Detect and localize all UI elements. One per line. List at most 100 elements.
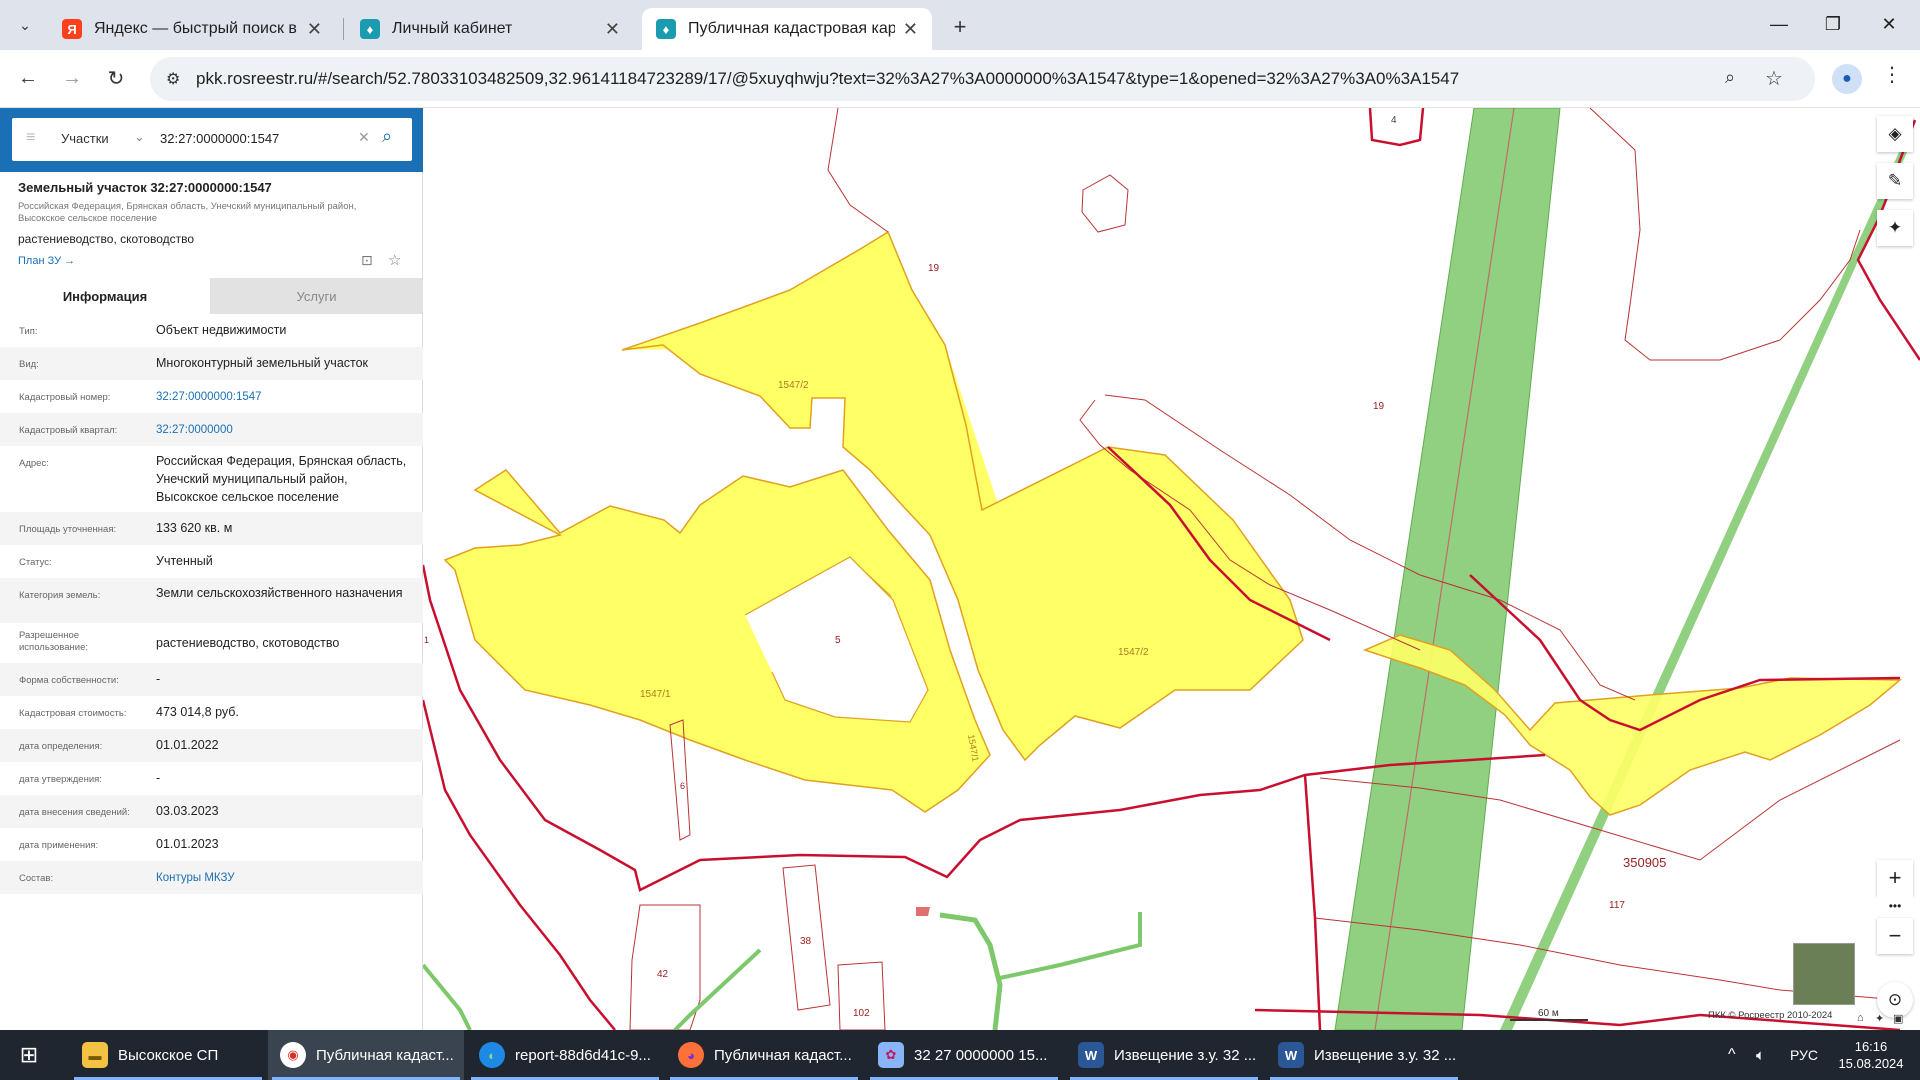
parcel-small-outline xyxy=(1081,174,1129,233)
map-label-117: 117 xyxy=(1609,900,1625,911)
info-value: 133 620 кв. м xyxy=(156,521,233,535)
parcel-address: Российская Федерация, Брянская область, … xyxy=(18,201,357,224)
volume-icon[interactable]: 🔈︎ xyxy=(1756,1030,1765,1080)
copyright-text: ПКК © Росреестр 2010-2024 xyxy=(1708,1010,1832,1021)
taskbar-label: report-88d6d41c-9... xyxy=(515,1046,651,1064)
minimize-button[interactable]: — xyxy=(1756,8,1802,40)
taskbar-item-chrome[interactable]: ◉ Публичная кадаст... xyxy=(268,1030,464,1080)
address-bar[interactable]: ⚙ pkk.rosreestr.ru/#/search/52.780331034… xyxy=(150,57,1815,101)
info-row-entry-date: дата внесения сведений: 03.03.2023 xyxy=(0,795,423,828)
taskbar: ⊞ ▬ Высокское СП ◉ Публичная кадаст... ◐… xyxy=(0,1030,1920,1080)
close-icon[interactable]: ✕ xyxy=(605,19,620,40)
tab-cadastral-map[interactable]: ♦ Публичная кадастровая карта ✕ xyxy=(642,8,932,50)
contours-link[interactable]: Контуры МКЗУ xyxy=(156,869,411,887)
parcel-title: Земельный участок 32:27:0000000:1547 xyxy=(18,180,272,195)
quarter-boundary xyxy=(1303,774,1322,1030)
info-value: Земли сельскохозяйственного назначения xyxy=(156,586,403,600)
taskbar-item-paint[interactable]: ✿ 32 27 0000000 15... xyxy=(866,1030,1062,1080)
parcel-plan-link[interactable]: План ЗУ → xyxy=(18,255,75,267)
reload-button[interactable]: ↻ xyxy=(98,60,134,96)
tab-information[interactable]: Информация xyxy=(0,278,210,314)
quarter-boundary xyxy=(423,699,616,1030)
menu-icon[interactable]: ≡ xyxy=(26,129,35,147)
info-row-kind: Вид: Многоконтурный земельный участок xyxy=(0,347,423,380)
layers-icon: ◈ xyxy=(1888,124,1902,143)
taskbar-item-word-1[interactable]: W Извещение з.у. 32 ... xyxy=(1066,1030,1262,1080)
close-icon[interactable]: ✕ xyxy=(307,19,322,40)
info-label: Категория земель: xyxy=(19,590,101,601)
zoom-in-button[interactable]: + xyxy=(1877,860,1913,896)
boundary-line xyxy=(1589,108,1861,361)
cadastral-map[interactable]: 4 19 19 1547/2 1547/2 1547/1 1547/1 5 6 … xyxy=(423,108,1920,1030)
yandex-icon: Я xyxy=(62,19,82,39)
tab-search-button[interactable]: ⌄ xyxy=(10,10,40,40)
info-label: дата утверждения: xyxy=(19,774,102,785)
path-line xyxy=(423,963,472,1030)
zoom-icon[interactable]: ⌕ xyxy=(1725,67,1735,88)
search-icon[interactable]: ⌕ xyxy=(382,126,392,147)
taskbar-item-edge[interactable]: ◐ report-88d6d41c-9... xyxy=(467,1030,663,1080)
info-value: - xyxy=(156,672,161,686)
info-value: 03.03.2023 xyxy=(156,804,219,818)
language-indicator[interactable]: РУС xyxy=(1790,1030,1818,1080)
taskbar-label: Публичная кадаст... xyxy=(316,1046,454,1064)
taskbar-label: Публичная кадаст... xyxy=(714,1046,852,1064)
tab-separator xyxy=(343,18,344,40)
restore-button[interactable]: ❐ xyxy=(1810,8,1856,40)
quarter-number-label: 350905 xyxy=(1623,855,1666,870)
new-tab-button[interactable]: + xyxy=(942,12,978,42)
category-select[interactable]: Участки xyxy=(61,131,109,146)
rosreestr-icon: ♦ xyxy=(360,19,380,39)
window-close-button[interactable]: ✕ xyxy=(1866,8,1912,40)
info-value: - xyxy=(156,771,161,785)
favorite-star-icon[interactable]: ☆ xyxy=(388,251,401,269)
cadastral-number-link[interactable]: 32:27:0000000:1547 xyxy=(156,388,411,406)
back-button[interactable]: ← xyxy=(10,60,46,96)
path-line xyxy=(999,912,1142,980)
tab-label: Личный кабинет xyxy=(392,20,513,37)
map-canvas[interactable]: 4 19 19 1547/2 1547/2 1547/1 1547/1 5 6 … xyxy=(423,108,1920,1030)
clock[interactable]: 16:16 15.08.2024 xyxy=(1836,1030,1906,1080)
info-label: Разрешенное использование: xyxy=(19,630,89,653)
bookmark-star-icon[interactable]: ☆ xyxy=(1765,66,1783,91)
taskbar-item-folder[interactable]: ▬ Высокское СП xyxy=(70,1030,266,1080)
browser-menu-button[interactable]: ⋮ xyxy=(1880,62,1904,96)
zoom-out-button[interactable]: − xyxy=(1877,918,1913,954)
marker-icon[interactable]: ✦ xyxy=(1875,1012,1884,1025)
info-row-cadastral-quarter: Кадастровый квартал: 32:27:0000000 xyxy=(0,413,423,446)
zoom-to-object-icon[interactable]: ⊡ xyxy=(361,252,373,269)
paint-icon: ✿ xyxy=(878,1042,904,1068)
zoom-more-button[interactable]: ••• xyxy=(1877,896,1913,916)
measure-button[interactable]: ✎ xyxy=(1877,163,1913,199)
chevron-down-icon[interactable]: ⌄ xyxy=(134,129,145,145)
search-input[interactable]: 32:27:0000000:1547 xyxy=(160,131,279,146)
map-label-1: 1 xyxy=(424,635,429,645)
info-row-type: Тип: Объект недвижимости xyxy=(0,314,423,347)
print-icon[interactable]: ▣ xyxy=(1893,1012,1903,1025)
profile-avatar[interactable]: ● xyxy=(1832,64,1862,94)
locate-button[interactable]: ✦ xyxy=(1877,210,1913,246)
close-icon[interactable]: ✕ xyxy=(903,19,918,40)
taskbar-item-word-2[interactable]: W Извещение з.у. 32 ... xyxy=(1266,1030,1462,1080)
plot-outline xyxy=(629,904,701,1030)
tray-overflow-icon[interactable]: ^ xyxy=(1728,1030,1736,1080)
tab-personal-cabinet[interactable]: ♦ Личный кабинет ✕ xyxy=(346,8,634,50)
site-settings-icon[interactable]: ⚙ xyxy=(166,69,180,89)
info-value: 473 014,8 руб. xyxy=(156,705,239,719)
cadastral-quarter-link[interactable]: 32:27:0000000 xyxy=(156,421,411,439)
basemap-thumbnail[interactable] xyxy=(1793,943,1855,1005)
ruler-icon: ✎ xyxy=(1887,171,1903,190)
map-label-19: 19 xyxy=(1373,401,1385,412)
forward-button[interactable]: → xyxy=(54,60,90,96)
taskbar-item-firefox[interactable]: ◕ Публичная кадаст... xyxy=(666,1030,862,1080)
tab-services[interactable]: Услуги xyxy=(210,278,423,314)
quarter-boundary xyxy=(1368,108,1425,147)
info-label: дата внесения сведений: xyxy=(19,807,130,818)
tab-label: Публичная кадастровая карта xyxy=(688,20,895,37)
compass-icon: ⊙ xyxy=(1887,990,1903,1009)
layers-button[interactable]: ◈ xyxy=(1877,116,1913,152)
home-icon[interactable]: ⌂ xyxy=(1857,1012,1864,1024)
start-button[interactable]: ⊞ xyxy=(0,1030,58,1080)
clear-icon[interactable]: ✕ xyxy=(358,129,370,146)
tab-yandex[interactable]: Я Яндекс — быстрый поиск в ин ✕ xyxy=(48,8,336,50)
